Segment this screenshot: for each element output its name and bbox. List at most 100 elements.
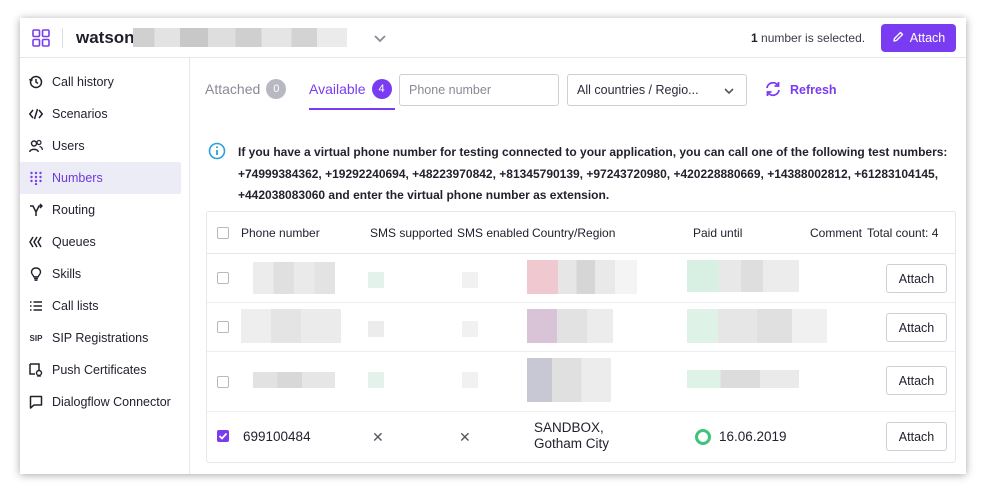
sidebar-item-users[interactable]: Users [20,130,181,162]
tab-label: Attached [205,81,261,97]
sidebar: Call history Scenarios Users Numbers Rou… [20,58,190,474]
queues-icon [29,235,43,249]
pencil-icon [892,31,904,46]
dialogflow-icon [29,395,43,409]
routing-icon [29,203,43,217]
sidebar-item-push-certificates[interactable]: Push Certificates [20,354,181,386]
row-attach-button[interactable]: Attach [886,366,947,395]
redacted-sms-supported [368,372,384,388]
redacted-paid-until [687,260,799,292]
table-row[interactable]: Attach [207,352,955,412]
topbar-divider [62,28,63,48]
sidebar-item-label: Routing [52,203,96,217]
country-select-value: All countries / Regio... [577,83,699,97]
redacted-paid-until [687,370,799,388]
sip-icon: SIP [29,333,43,343]
active-tab-indicator [309,108,395,110]
sidebar-item-routing[interactable]: Routing [20,194,181,226]
sidebar-item-label: Numbers [52,171,103,185]
app-window: watson. 1 number is selected. Attach Cal… [20,18,966,474]
table-row[interactable]: Attach [207,254,955,303]
redacted-sms-supported [368,272,384,288]
row-checkbox[interactable] [217,321,229,333]
redacted-phone [241,309,341,343]
refresh-button[interactable]: Refresh [764,80,837,100]
sidebar-item-label: SIP Registrations [52,331,149,345]
count-badge: 0 [266,79,287,99]
redacted-paid-until [687,309,827,343]
sidebar-item-label: Dialogflow Connector [52,395,171,409]
notice-text: If you have a virtual phone number for t… [238,145,948,202]
column-header-sms-supported: SMS supported [370,226,453,240]
dialpad-icon [29,171,43,185]
users-icon [29,139,43,153]
country-line1: SANDBOX, [534,420,604,435]
chevron-down-icon[interactable] [372,30,388,46]
sidebar-item-sip-registrations[interactable]: SIP SIP Registrations [20,322,181,354]
list-icon [29,299,43,313]
sidebar-item-numbers[interactable]: Numbers [20,162,181,194]
sidebar-item-label: Skills [52,267,82,281]
top-bar: watson. 1 number is selected. Attach [20,18,966,58]
redacted-country [527,309,613,343]
table-row[interactable]: Attach [207,303,955,352]
refresh-label: Refresh [790,83,837,97]
tab-attached[interactable]: Attached 0 [205,74,287,104]
column-header-paid-until: Paid until [693,226,743,240]
sidebar-item-label: Push Certificates [52,363,147,377]
column-header-comment: Comment [810,226,863,240]
sidebar-item-label: Call lists [52,299,99,313]
sms-enabled-no-icon: ✕ [459,429,471,445]
sidebar-item-label: Scenarios [52,107,108,121]
apps-grid-icon[interactable] [32,29,50,47]
refresh-icon [764,80,782,101]
redacted-country [527,260,637,294]
tab-label: Available [309,81,366,97]
tab-available[interactable]: Available 4 [309,74,392,104]
phone-number-cell: 699100484 [243,429,311,444]
sidebar-item-call-history[interactable]: Call history [20,66,181,98]
selection-status: 1 number is selected. [751,31,865,45]
application-name-redacted [133,28,347,47]
paid-until-cell: 16.06.2019 [719,429,787,444]
redacted-sms-supported [368,321,384,337]
row-checkbox-checked[interactable] [217,430,229,442]
row-attach-button[interactable]: Attach [886,422,947,451]
application-name[interactable]: watson. [76,28,139,48]
history-icon [29,75,43,89]
sidebar-item-call-lists[interactable]: Call lists [20,290,181,322]
attach-button-label: Attach [909,31,946,45]
column-header-sms-enabled: SMS enabled [457,226,530,240]
row-attach-button[interactable]: Attach [886,264,947,293]
sidebar-item-queues[interactable]: Queues [20,226,181,258]
total-count: Total count: 4 [867,226,939,240]
selection-suffix: number is selected. [757,31,866,45]
active-status-icon [695,429,711,445]
sms-supported-no-icon: ✕ [372,429,384,445]
attach-button[interactable]: Attach [881,24,956,52]
country-line2: Gotham City [534,436,610,451]
count-badge: 4 [371,79,392,99]
row-checkbox[interactable] [217,272,229,284]
column-header-country: Country/Region [532,226,616,240]
row-checkbox[interactable] [217,376,229,388]
table-header: Phone number SMS supported SMS enabled C… [207,212,955,254]
redacted-phone [253,372,335,388]
phone-number-search-input[interactable] [399,74,559,106]
redacted-sms-enabled [462,321,478,337]
sidebar-item-skills[interactable]: Skills [20,258,181,290]
selection-count: 1 [751,31,758,45]
select-all-checkbox[interactable] [217,227,229,239]
certificate-icon [29,363,43,377]
sidebar-item-label: Queues [52,235,96,249]
table-row-selected[interactable]: 699100484 ✕ ✕ SANDBOX, Gotham City 16.06… [207,412,955,462]
row-attach-button[interactable]: Attach [886,313,947,342]
country-region-select[interactable]: All countries / Regio... [567,74,747,106]
redacted-sms-enabled [462,372,478,388]
column-header-phone: Phone number [241,226,320,240]
sidebar-item-dialogflow-connector[interactable]: Dialogflow Connector [20,386,181,418]
numbers-table: Phone number SMS supported SMS enabled C… [206,211,956,463]
sidebar-item-scenarios[interactable]: Scenarios [20,98,181,130]
sidebar-item-label: Call history [52,75,114,89]
redacted-country [527,358,611,402]
